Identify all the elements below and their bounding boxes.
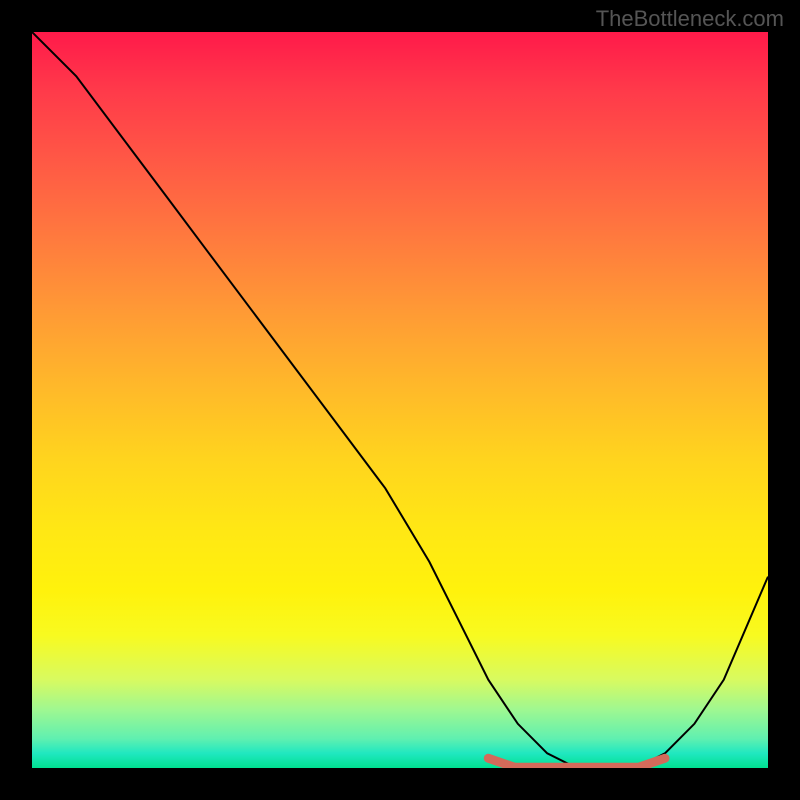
sweet-spot-highlight xyxy=(488,758,665,767)
chart-svg xyxy=(32,32,768,768)
chart-plot-area xyxy=(32,32,768,768)
watermark-text: TheBottleneck.com xyxy=(596,6,784,32)
bottleneck-curve-line xyxy=(32,32,768,768)
